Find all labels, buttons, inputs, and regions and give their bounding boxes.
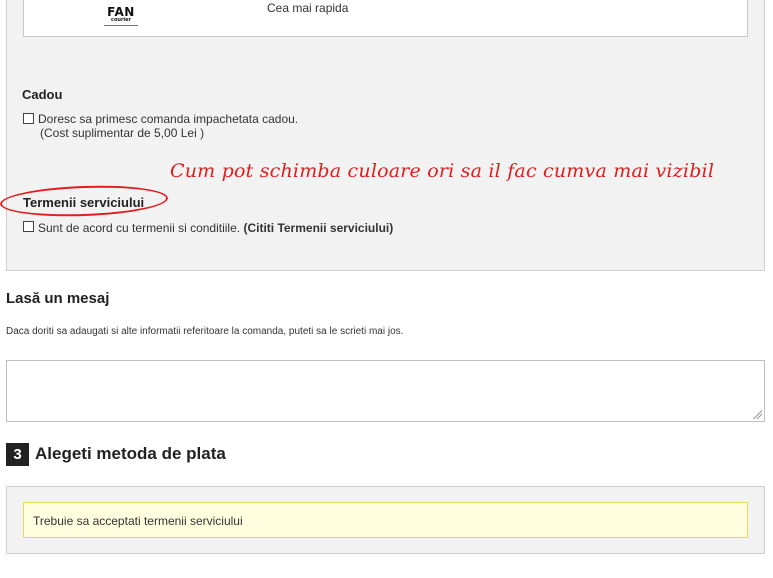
message-description: Daca doriti sa adaugati si alte informat… — [6, 326, 404, 337]
carrier-speed-label: Cea mai rapida — [267, 1, 349, 15]
shipping-options-panel: FAN courier Cea mai rapida Cadou Doresc … — [6, 0, 765, 271]
annotation-text: Cum pot schimba culoare ori sa il fac cu… — [170, 160, 715, 182]
carrier-option-box[interactable]: FAN courier Cea mai rapida — [23, 0, 748, 37]
gift-section-title: Cadou — [22, 87, 63, 102]
gift-wrap-label[interactable]: Doresc sa primesc comanda impachetata ca… — [38, 112, 298, 126]
message-section-title: Lasă un mesaj — [6, 290, 110, 307]
fan-courier-logo: FAN courier — [70, 0, 172, 29]
terms-warning-box: Trebuie sa acceptati termenii serviciulu… — [23, 502, 748, 538]
terms-agree-text[interactable]: Sunt de acord cu termenii si conditiile. — [38, 221, 240, 235]
gift-cost-note: (Cost suplimentar de 5,00 Lei ) — [40, 126, 205, 140]
terms-warning-text: Trebuie sa acceptati termenii serviciulu… — [33, 514, 243, 528]
payment-step-title: Alegeti metoda de plata — [35, 444, 226, 463]
gift-wrap-checkbox[interactable] — [23, 113, 34, 124]
message-textarea[interactable] — [6, 360, 765, 422]
payment-panel: Trebuie sa acceptati termenii serviciulu… — [6, 486, 765, 554]
step-number-badge: 3 — [6, 443, 29, 466]
terms-agree-checkbox[interactable] — [23, 221, 34, 232]
textarea-resize-handle[interactable] — [752, 409, 762, 419]
terms-agree-label[interactable]: Sunt de acord cu termenii si conditiile.… — [38, 221, 393, 235]
terms-read-link[interactable]: (Cititi Termenii serviciului) — [243, 221, 393, 235]
